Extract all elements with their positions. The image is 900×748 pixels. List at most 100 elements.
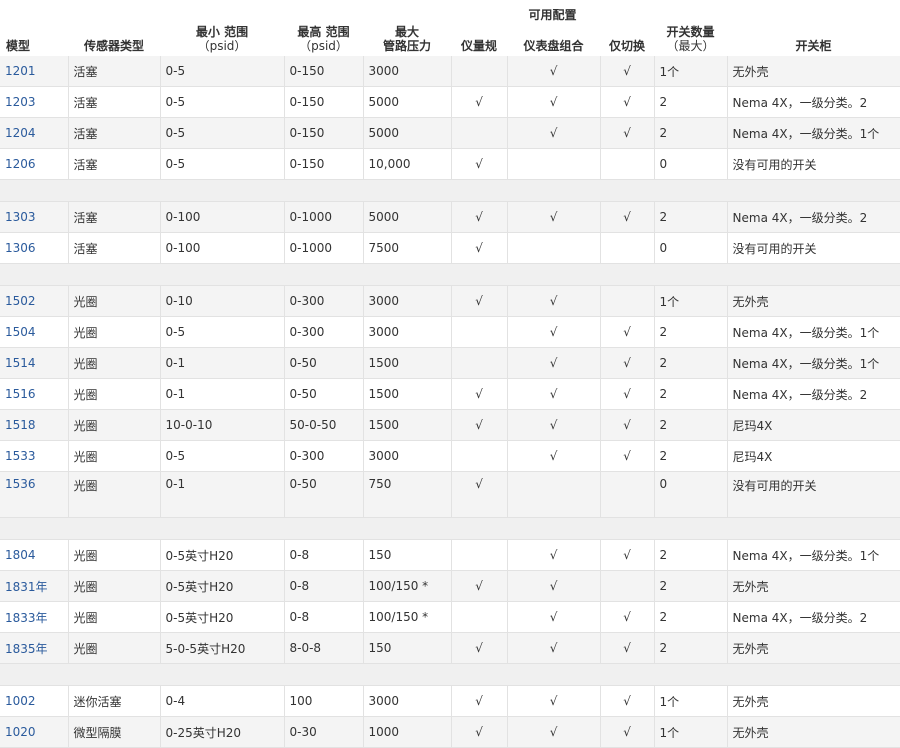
model-link[interactable]: 1833年 [5, 611, 48, 625]
cell-panel-combo: √ [507, 316, 601, 348]
cell-gauge-only: √ [451, 570, 508, 602]
cell-switch-count: 2 [654, 539, 728, 571]
table-row: 1502 光圈 0-10 0-300 3000 √ √ 1个 无外壳 [0, 285, 900, 317]
cell-enclosure: 无外壳 [727, 570, 900, 602]
cell-max-pressure: 3000 [363, 285, 452, 317]
cell-switch-only [600, 471, 655, 518]
model-link[interactable]: 1516 [5, 387, 36, 401]
cell-gauge-only: √ [451, 632, 508, 664]
table-row: 1002 迷你活塞 0-4 100 3000 √ √ √ 1个 无外壳 [0, 685, 900, 717]
cell-min-range: 0-5 [160, 440, 285, 472]
cell-model: 1514 [0, 347, 69, 379]
cell-model: 1835年 [0, 632, 69, 664]
model-link[interactable]: 1303 [5, 210, 36, 224]
cell-model: 1002 [0, 685, 69, 717]
cell-switch-count: 1个 [654, 56, 728, 87]
cell-switch-only: √ [600, 409, 655, 441]
cell-max-pressure: 1500 [363, 347, 452, 379]
cell-max-pressure: 100/150 * [363, 601, 452, 633]
model-link[interactable]: 1536 [5, 477, 36, 491]
cell-panel-combo: √ [507, 347, 601, 379]
cell-min-range: 0-5 [160, 86, 285, 118]
cell-enclosure: Nema 4X，一级分类。2 [727, 86, 900, 118]
model-link[interactable]: 1201 [5, 64, 36, 78]
header-max-pressure-line2: 管路压力 [383, 39, 432, 53]
cell-enclosure: 没有可用的开关 [727, 232, 900, 264]
cell-sensor-type: 光圈 [68, 316, 161, 348]
cell-model: 1804 [0, 539, 69, 571]
table-row: 1201 活塞 0-5 0-150 3000 √ √ 1个 无外壳 [0, 56, 900, 87]
table-header: 可用配置 模型 传感器类型 最小 范围 （psid） 最高 范围 （psid） … [0, 0, 900, 56]
cell-max-range: 0-1000 [284, 232, 364, 264]
cell-min-range: 0-1 [160, 378, 285, 410]
cell-switch-count: 2 [654, 570, 728, 602]
model-link[interactable]: 1306 [5, 241, 36, 255]
group-separator [0, 179, 900, 202]
cell-max-range: 0-300 [284, 316, 364, 348]
model-link[interactable]: 1204 [5, 126, 36, 140]
cell-gauge-only: √ [451, 471, 508, 518]
cell-switch-only: √ [600, 539, 655, 571]
model-link[interactable]: 1804 [5, 548, 36, 562]
cell-max-range: 0-50 [284, 347, 364, 379]
cell-panel-combo: √ [507, 285, 601, 317]
cell-model: 1536 [0, 471, 69, 518]
cell-switch-count: 2 [654, 409, 728, 441]
table-row: 1306 活塞 0-100 0-1000 7500 √ 0 没有可用的开关 [0, 232, 900, 264]
cell-switch-only: √ [600, 440, 655, 472]
cell-enclosure: Nema 4X，一级分类。2 [727, 201, 900, 233]
model-link[interactable]: 1514 [5, 356, 36, 370]
model-link[interactable]: 1020 [5, 725, 36, 739]
model-link[interactable]: 1504 [5, 325, 36, 339]
header-min-range: 最小 范围 （psid） [160, 24, 284, 56]
cell-gauge-only: √ [451, 409, 508, 441]
cell-panel-combo [507, 232, 601, 264]
header-sensor-type: 传感器类型 [68, 24, 160, 56]
cell-sensor-type: 光圈 [68, 601, 161, 633]
cell-max-pressure: 7500 [363, 232, 452, 264]
cell-gauge-only [451, 316, 508, 348]
header-model: 模型 [0, 24, 68, 56]
model-link[interactable]: 1831年 [5, 580, 48, 594]
header-max-pressure: 最大 管路压力 [363, 24, 452, 56]
cell-min-range: 0-4 [160, 685, 285, 717]
cell-max-range: 8-0-8 [284, 632, 364, 664]
header-switch-count: 开关数量 （最大） [654, 24, 728, 56]
cell-max-range: 0-50 [284, 471, 364, 518]
cell-model: 1020 [0, 716, 69, 748]
group-separator [0, 517, 900, 540]
cell-switch-count: 2 [654, 440, 728, 472]
cell-max-range: 0-8 [284, 601, 364, 633]
header-switch-count-label: 开关数量 [666, 25, 715, 39]
cell-min-range: 0-25英寸H20 [160, 716, 285, 748]
model-link[interactable]: 1533 [5, 449, 36, 463]
cell-max-pressure: 5000 [363, 117, 452, 149]
cell-panel-combo: √ [507, 632, 601, 664]
cell-switch-only: √ [600, 347, 655, 379]
cell-switch-only: √ [600, 86, 655, 118]
cell-max-pressure: 10,000 [363, 148, 452, 180]
model-link[interactable]: 1002 [5, 694, 36, 708]
model-link[interactable]: 1206 [5, 157, 36, 171]
cell-switch-count: 1个 [654, 285, 728, 317]
cell-sensor-type: 光圈 [68, 409, 161, 441]
cell-max-pressure: 100/150 * [363, 570, 452, 602]
header-enclosure: 开关柜 [727, 24, 900, 56]
model-link[interactable]: 1203 [5, 95, 36, 109]
cell-enclosure: 无外壳 [727, 685, 900, 717]
cell-min-range: 0-1 [160, 347, 285, 379]
cell-gauge-only [451, 601, 508, 633]
model-link[interactable]: 1502 [5, 294, 36, 308]
cell-min-range: 0-100 [160, 201, 285, 233]
cell-max-range: 0-300 [284, 285, 364, 317]
cell-min-range: 0-5 [160, 148, 285, 180]
model-link[interactable]: 1518 [5, 418, 36, 432]
cell-max-pressure: 3000 [363, 56, 452, 87]
header-max-range-label: 最高 范围 [297, 25, 350, 39]
table-row: 1206 活塞 0-5 0-150 10,000 √ 0 没有可用的开关 [0, 148, 900, 180]
table-row: 1203 活塞 0-5 0-150 5000 √ √ √ 2 Nema 4X，一级分类。2 [0, 86, 900, 118]
cell-enclosure: 无外壳 [727, 285, 900, 317]
cell-sensor-type: 光圈 [68, 471, 161, 518]
model-link[interactable]: 1835年 [5, 642, 48, 656]
cell-max-range: 0-150 [284, 117, 364, 149]
